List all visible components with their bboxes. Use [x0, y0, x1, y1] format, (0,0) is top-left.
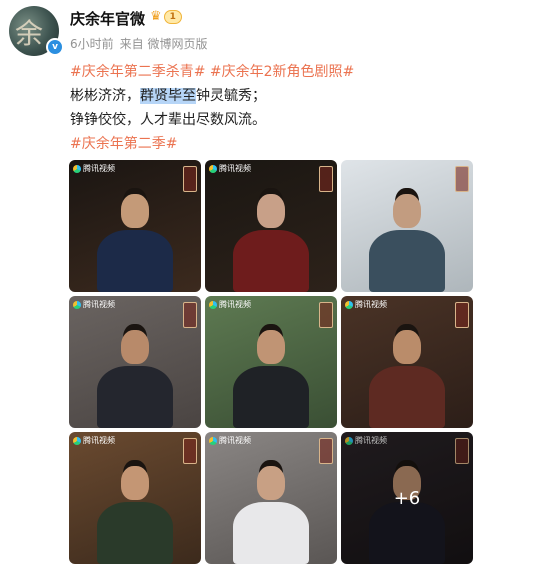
text-line-2: 彬彬济济，群贤毕至钟灵毓秀；	[70, 84, 530, 108]
tencent-video-logo: 腾讯视频	[73, 435, 115, 446]
tencent-video-icon	[73, 164, 81, 173]
seal-icon	[183, 302, 197, 328]
seal-icon	[183, 438, 197, 464]
vip-level: 1	[163, 9, 182, 24]
figure-costume	[97, 502, 173, 564]
figure-face	[393, 194, 421, 228]
seal-icon	[319, 166, 333, 192]
logo-text: 腾讯视频	[219, 164, 251, 173]
tencent-video-logo: 腾讯视频	[73, 299, 115, 310]
figure-costume	[233, 366, 309, 428]
vip-badge[interactable]: ♛ 1	[150, 9, 182, 24]
tencent-video-logo: 腾讯视频	[345, 299, 387, 310]
more-images-count[interactable]: +6	[341, 432, 473, 564]
image-thumbnail[interactable]: 腾讯视频	[69, 296, 201, 428]
seal-icon	[455, 302, 469, 328]
figure-face	[257, 194, 285, 228]
logo-text: 腾讯视频	[83, 436, 115, 445]
figure-face	[121, 330, 149, 364]
post-time[interactable]: 6小时前	[70, 35, 114, 52]
tencent-video-icon	[73, 436, 81, 445]
seal-icon	[183, 166, 197, 192]
figure-costume	[233, 230, 309, 292]
logo-text: 腾讯视频	[219, 300, 251, 309]
text-line-1: #庆余年第二季杀青# #庆余年2新角色剧照#	[70, 60, 530, 84]
image-thumbnail[interactable]: 腾讯视频	[205, 432, 337, 564]
figure-costume	[97, 366, 173, 428]
tencent-video-icon	[209, 436, 217, 445]
tencent-video-logo: 腾讯视频	[73, 163, 115, 174]
figure-costume	[97, 230, 173, 292]
tencent-video-icon	[209, 164, 217, 173]
tencent-video-icon	[345, 300, 353, 309]
image-thumbnail[interactable]: 腾讯视频	[205, 160, 337, 292]
hashtag-link[interactable]: #庆余年第二季杀青#	[70, 64, 205, 80]
seal-icon	[455, 166, 469, 192]
logo-text: 腾讯视频	[355, 300, 387, 309]
text-line-4: #庆余年第二季#	[70, 132, 530, 156]
figure-costume	[233, 502, 309, 564]
post-text: #庆余年第二季杀青# #庆余年2新角色剧照# 彬彬济济，群贤毕至钟灵毓秀； 铮铮…	[70, 60, 530, 156]
verified-icon: v	[46, 38, 64, 56]
seal-icon	[319, 302, 333, 328]
figure-costume	[369, 230, 445, 292]
selected-text: 群贤毕至	[140, 88, 196, 104]
post-meta: 6小时前 来自 微博网页版	[70, 35, 207, 52]
image-thumbnail[interactable]: 腾讯视频	[205, 296, 337, 428]
text-segment: 彬彬济济，	[70, 88, 140, 104]
tencent-video-logo: 腾讯视频	[209, 299, 251, 310]
avatar-art: 余	[15, 17, 44, 50]
logo-text: 腾讯视频	[219, 436, 251, 445]
figure-face	[257, 330, 285, 364]
logo-text: 腾讯视频	[83, 164, 115, 173]
image-thumbnail[interactable]: 腾讯视频	[341, 296, 473, 428]
tencent-video-logo: 腾讯视频	[209, 435, 251, 446]
crown-icon: ♛	[150, 9, 162, 24]
text-segment: 钟灵毓秀；	[196, 88, 266, 104]
hashtag-link[interactable]: #庆余年2新角色剧照#	[210, 64, 354, 80]
figure-face	[121, 194, 149, 228]
tencent-video-icon	[73, 300, 81, 309]
figure-costume	[369, 366, 445, 428]
image-thumbnail[interactable]	[341, 160, 473, 292]
figure-face	[121, 466, 149, 500]
image-thumbnail[interactable]: 腾讯视频	[69, 160, 201, 292]
post-source: 来自 微博网页版	[119, 37, 208, 51]
image-thumbnail[interactable]: 腾讯视频	[69, 432, 201, 564]
logo-text: 腾讯视频	[83, 300, 115, 309]
hashtag-link[interactable]: #庆余年第二季#	[70, 136, 177, 152]
image-grid: 腾讯视频 腾讯视频 腾讯视频 腾讯视频 腾讯视频 腾讯视频 腾讯视频 腾讯视频 +6	[69, 160, 473, 564]
text-line-3: 铮铮佼佼，人才辈出尽数风流。	[70, 112, 266, 128]
tencent-video-icon	[209, 300, 217, 309]
image-thumbnail[interactable]: 腾讯视频 +6	[341, 432, 473, 564]
tencent-video-logo: 腾讯视频	[209, 163, 251, 174]
author-name[interactable]: 庆余年官微	[70, 8, 145, 29]
figure-face	[393, 330, 421, 364]
seal-icon	[319, 438, 333, 464]
figure-face	[257, 466, 285, 500]
